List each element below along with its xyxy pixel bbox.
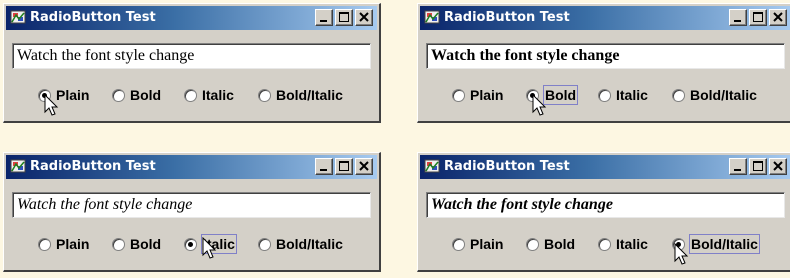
radio-label: Bold [130, 87, 162, 103]
radiobutton-window-bold: RadioButton Test Watch the font style ch… [417, 3, 790, 123]
close-button[interactable] [355, 158, 373, 175]
minimize-icon [320, 20, 327, 22]
close-button[interactable] [355, 9, 373, 26]
window-title: RadioButton Test [444, 159, 570, 174]
close-icon [773, 12, 783, 22]
maximize-icon [339, 12, 349, 22]
maximize-button[interactable] [749, 158, 767, 175]
maximize-button[interactable] [749, 9, 767, 26]
maximize-button[interactable] [335, 158, 353, 175]
radio-label: Plain [56, 236, 90, 252]
app-icon [424, 9, 440, 25]
close-button[interactable] [769, 9, 787, 26]
title-bar[interactable]: RadioButton Test [6, 155, 377, 179]
radio-label: Bold [544, 236, 576, 252]
radio-bold[interactable]: Bold [112, 84, 161, 106]
radio-plain[interactable]: Plain [452, 233, 503, 255]
window-title: RadioButton Test [444, 10, 570, 25]
radio-circle[interactable] [38, 237, 51, 251]
radio-group: Plain Bold Italic Bold/Italic [4, 233, 379, 257]
title-bar[interactable]: RadioButton Test [420, 6, 790, 30]
app-icon [10, 158, 26, 174]
maximize-icon [339, 161, 349, 171]
text-field[interactable]: Watch the font style change [12, 192, 371, 218]
radio-label: Italic [616, 87, 648, 103]
radio-bold-italic[interactable]: Bold/Italic [258, 233, 343, 255]
title-bar[interactable]: RadioButton Test [6, 6, 377, 30]
minimize-icon [734, 20, 741, 22]
radio-bold-italic[interactable]: Bold/Italic [258, 84, 343, 106]
radio-italic[interactable]: Italic [184, 84, 234, 106]
minimize-button[interactable] [729, 9, 747, 26]
radio-label: Bold/Italic [276, 87, 343, 103]
radio-circle[interactable] [452, 88, 465, 102]
radio-label: Italic [616, 236, 648, 252]
app-icon [10, 9, 26, 25]
radio-circle[interactable] [258, 88, 271, 102]
radio-circle[interactable] [258, 237, 271, 251]
radio-label: Bold/Italic [689, 234, 760, 254]
radio-italic[interactable]: Italic [598, 84, 648, 106]
radio-italic[interactable]: Italic [598, 233, 648, 255]
radio-circle[interactable] [598, 88, 611, 102]
mouse-cursor-icon [532, 94, 547, 116]
radio-circle[interactable] [184, 237, 197, 251]
mouse-cursor-icon [44, 94, 59, 116]
radiobutton-window-italic: RadioButton Test Watch the font style ch… [3, 152, 381, 272]
radiobutton-window-bold-italic: RadioButton Test Watch the font style ch… [417, 152, 790, 272]
maximize-button[interactable] [335, 9, 353, 26]
mouse-cursor-icon [202, 237, 217, 259]
radio-label: Bold [130, 236, 162, 252]
window-title: RadioButton Test [30, 159, 156, 174]
minimize-icon [320, 169, 327, 171]
minimize-button[interactable] [315, 158, 333, 175]
maximize-icon [753, 12, 763, 22]
close-icon [359, 12, 369, 22]
radio-circle[interactable] [526, 237, 539, 251]
radiobutton-window-plain: RadioButton Test Watch the font style ch… [3, 3, 381, 123]
minimize-button[interactable] [729, 158, 747, 175]
mouse-cursor-icon [674, 243, 689, 265]
maximize-icon [753, 161, 763, 171]
radio-label: Plain [470, 236, 504, 252]
radio-label: Italic [202, 87, 234, 103]
close-icon [359, 161, 369, 171]
window-title: RadioButton Test [30, 10, 156, 25]
radio-label: Bold/Italic [276, 236, 343, 252]
text-field[interactable]: Watch the font style change [12, 43, 371, 69]
minimize-icon [734, 169, 741, 171]
app-icon [424, 158, 440, 174]
radio-bold-italic[interactable]: Bold/Italic [672, 84, 757, 106]
radio-circle[interactable] [112, 88, 125, 102]
radio-circle[interactable] [452, 237, 465, 251]
radio-label: Bold/Italic [690, 87, 757, 103]
radio-group: Plain Bold Italic Bold/Italic [418, 233, 790, 257]
minimize-button[interactable] [315, 9, 333, 26]
close-icon [773, 161, 783, 171]
text-field[interactable]: Watch the font style change [426, 43, 785, 69]
text-field[interactable]: Watch the font style change [426, 192, 785, 218]
radio-circle[interactable] [598, 237, 611, 251]
radio-plain[interactable]: Plain [38, 233, 89, 255]
radio-bold[interactable]: Bold [112, 233, 161, 255]
radio-circle[interactable] [672, 88, 685, 102]
radio-circle[interactable] [184, 88, 197, 102]
radio-plain[interactable]: Plain [452, 84, 503, 106]
radio-circle[interactable] [112, 237, 125, 251]
radio-bold[interactable]: Bold [526, 233, 575, 255]
close-button[interactable] [769, 158, 787, 175]
title-bar[interactable]: RadioButton Test [420, 155, 790, 179]
radio-label: Plain [470, 87, 504, 103]
radio-group: Plain Bold Italic Bold/Italic [418, 84, 790, 108]
